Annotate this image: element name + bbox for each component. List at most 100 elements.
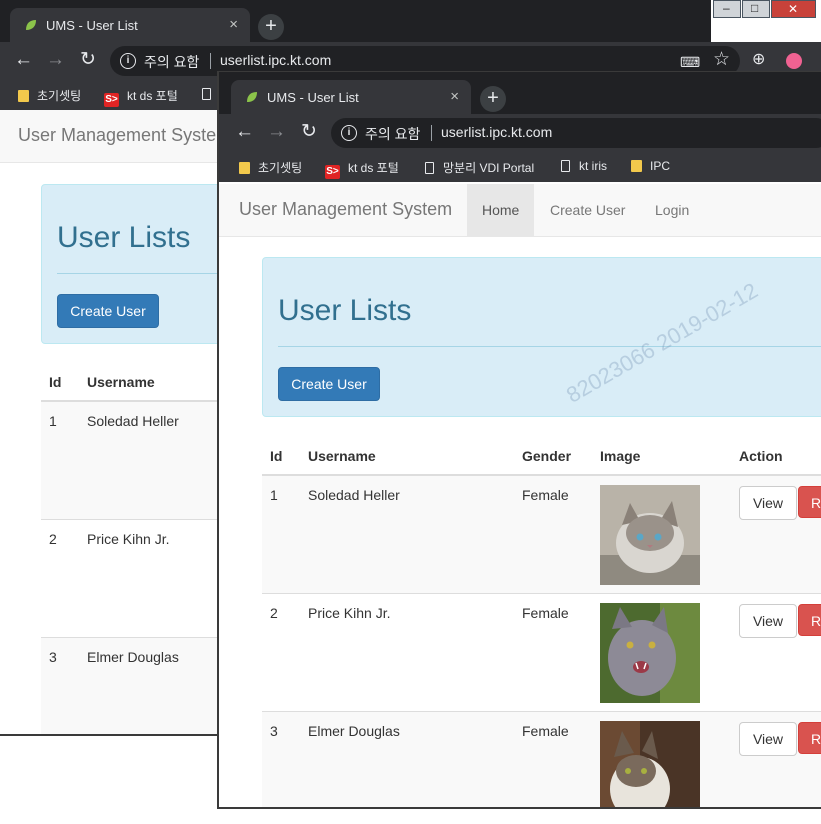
cell-id: 2 xyxy=(270,605,278,621)
bookmark-label: 초기셋팅 xyxy=(258,161,303,175)
site-navbar: User Management System Home Create User … xyxy=(219,184,821,237)
nav-login[interactable]: Login xyxy=(640,184,704,236)
bookmark-label: IPC xyxy=(650,159,671,173)
forward-arrow-icon[interactable]: → xyxy=(46,50,65,70)
bookmark-label: 초기셋팅 xyxy=(37,89,82,103)
cell-id: 1 xyxy=(270,487,278,503)
bookmark-item[interactable]: S> kt ds 포털 xyxy=(104,87,178,107)
info-icon[interactable]: i xyxy=(120,53,136,69)
nav-create-user[interactable]: Create User xyxy=(535,184,640,236)
minimize-icon: ‒ xyxy=(723,1,730,15)
page-title: User Lists xyxy=(57,221,191,254)
cell-username: Soledad Heller xyxy=(87,413,179,429)
bookmark-item[interactable]: kt iris xyxy=(561,159,607,173)
remove-button[interactable]: R xyxy=(798,486,821,518)
bookmarks-bar: 초기셋팅 S> kt ds 포털 망분리 VDI Portal kt iris I… xyxy=(219,152,821,182)
cell-gender: Female xyxy=(522,487,569,503)
info-icon[interactable]: i xyxy=(341,125,357,141)
column-header-id: Id xyxy=(270,448,283,464)
extension-icon[interactable]: ⊕ xyxy=(752,50,765,70)
cell-username: Elmer Douglas xyxy=(87,649,179,665)
address-bar[interactable]: i 주의 요함 userlist.ipc.kt.com xyxy=(331,118,821,148)
tab-title: UMS - User List xyxy=(267,90,359,105)
tab-strip: UMS - User List × + xyxy=(219,72,821,114)
page-icon xyxy=(561,160,570,172)
table-row: 2 Price Kihn Jr. xyxy=(41,519,241,637)
sds-icon: S> xyxy=(104,93,119,107)
jumbotron: User Lists Create User xyxy=(262,257,821,417)
cell-gender: Female xyxy=(522,605,569,621)
site-brand[interactable]: User Management Syste xyxy=(18,125,216,146)
cell-id: 3 xyxy=(49,649,57,665)
cell-gender: Female xyxy=(522,723,569,739)
tab-close-icon[interactable]: × xyxy=(229,16,238,33)
cell-username: Price Kihn Jr. xyxy=(87,531,170,547)
page-icon xyxy=(425,162,434,174)
column-header-gender: Gender xyxy=(522,448,572,464)
cell-id: 1 xyxy=(49,413,57,429)
folder-icon xyxy=(18,90,29,102)
translate-icon[interactable]: ⌨ xyxy=(680,52,700,72)
site-brand[interactable]: User Management System xyxy=(239,199,452,220)
jumbotron-divider xyxy=(278,346,821,347)
browser-toolbar: ← → ↻ i 주의 요함 userlist.ipc.kt.com xyxy=(219,114,821,152)
remove-button[interactable]: R xyxy=(798,722,821,754)
cat-photo xyxy=(600,485,700,585)
bookmark-item[interactable]: 망분리 VDI Portal xyxy=(425,159,534,176)
view-button[interactable]: View xyxy=(739,486,797,520)
create-user-button[interactable]: Create User xyxy=(57,294,159,328)
profile-avatar[interactable] xyxy=(786,53,802,69)
bookmark-item[interactable]: 초기셋팅 xyxy=(18,87,81,104)
view-button[interactable]: View xyxy=(739,722,797,756)
tab-close-icon[interactable]: × xyxy=(450,88,459,105)
jumbotron: User Lists Create User xyxy=(41,184,243,344)
page-icon xyxy=(202,88,211,100)
minimize-button[interactable]: ‒ xyxy=(713,0,741,18)
column-header-username: Username xyxy=(87,374,155,390)
reload-icon[interactable]: ↻ xyxy=(80,50,96,70)
new-tab-button[interactable]: + xyxy=(258,14,284,40)
reload-icon[interactable]: ↻ xyxy=(301,122,317,142)
jumbotron-divider xyxy=(57,273,242,274)
folder-icon xyxy=(631,160,642,172)
bookmark-item[interactable]: 초기셋팅 xyxy=(239,159,302,176)
security-warning: 주의 요함 xyxy=(144,54,200,70)
table-row: 1 Soledad Heller Female View R xyxy=(262,475,821,593)
maximize-button[interactable]: □ xyxy=(742,0,770,18)
close-window-button[interactable]: ✕ xyxy=(771,0,816,18)
create-user-button[interactable]: Create User xyxy=(278,367,380,401)
cell-id: 3 xyxy=(270,723,278,739)
page-title: User Lists xyxy=(278,294,412,327)
maximize-icon: □ xyxy=(751,1,759,15)
tab-ums[interactable]: UMS - User List × xyxy=(10,8,250,42)
back-arrow-icon[interactable]: ← xyxy=(14,50,33,70)
folder-icon xyxy=(239,162,250,174)
bookmark-item[interactable]: S> kt ds 포털 xyxy=(325,159,399,179)
cell-username: Price Kihn Jr. xyxy=(308,605,391,621)
remove-button[interactable]: R xyxy=(798,604,821,636)
close-window-icon: ✕ xyxy=(788,2,799,16)
new-tab-button[interactable]: + xyxy=(480,86,506,112)
bookmark-label: kt iris xyxy=(579,159,607,173)
cat-photo xyxy=(600,603,700,703)
browser-window-front[interactable]: UMS - User List × + ← → ↻ i 주의 요함 userli… xyxy=(217,71,821,809)
tab-strip: UMS - User List × + xyxy=(0,0,711,42)
spring-leaf-icon xyxy=(247,92,257,102)
cell-id: 2 xyxy=(49,531,57,547)
url-text[interactable]: userlist.ipc.kt.com xyxy=(220,52,331,68)
table-row: 3 Elmer Douglas xyxy=(41,637,241,734)
tab-ums[interactable]: UMS - User List × xyxy=(231,80,471,114)
spring-leaf-icon xyxy=(26,20,36,30)
url-text[interactable]: userlist.ipc.kt.com xyxy=(441,124,552,140)
view-button[interactable]: View xyxy=(739,604,797,638)
bookmark-label: kt ds 포털 xyxy=(348,161,399,175)
table-row: 3 Elmer Douglas Female View R xyxy=(262,711,821,807)
star-icon[interactable]: ☆ xyxy=(713,50,730,70)
column-header-username: Username xyxy=(308,448,376,464)
forward-arrow-icon[interactable]: → xyxy=(267,122,286,142)
bookmark-label: 망분리 VDI Portal xyxy=(443,161,535,175)
bookmark-item[interactable]: IPC xyxy=(631,159,670,173)
bookmark-label: kt ds 포털 xyxy=(127,89,178,103)
back-arrow-icon[interactable]: ← xyxy=(235,122,254,142)
nav-home[interactable]: Home xyxy=(467,184,535,236)
